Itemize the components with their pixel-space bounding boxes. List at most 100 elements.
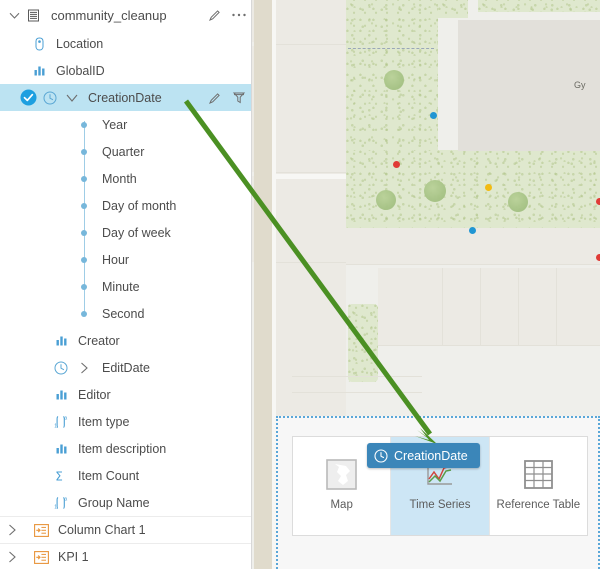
date-part-row[interactable]: Second xyxy=(0,300,251,327)
map-line xyxy=(346,264,600,265)
svg-text:a: a xyxy=(64,496,67,502)
clock-icon xyxy=(374,448,388,463)
dataset-icon xyxy=(22,9,44,22)
location-icon xyxy=(28,36,50,51)
field-row-creationdate[interactable]: CreationDate xyxy=(0,84,251,111)
field-label: GlobalID xyxy=(56,63,105,78)
field-label: CreationDate xyxy=(88,90,162,105)
card-row-kpi-1[interactable]: KPI 1 xyxy=(0,543,251,569)
app-root: Gy community_cleanup Location GlobalID C… xyxy=(0,0,600,569)
date-part-row[interactable]: Minute xyxy=(0,273,251,300)
date-part-row[interactable]: Hour xyxy=(0,246,251,273)
chevron-right-icon[interactable] xyxy=(76,360,92,376)
map-greenspace xyxy=(438,0,468,18)
svg-text:1: 1 xyxy=(54,504,57,509)
data-pane: community_cleanup Location GlobalID Crea… xyxy=(0,0,252,569)
date-part-label: Day of month xyxy=(102,198,177,213)
card-type-label: Map xyxy=(330,499,353,511)
pencil-icon[interactable] xyxy=(203,91,227,105)
bullet-icon xyxy=(76,256,92,263)
field-row-editdate[interactable]: EditDate xyxy=(0,354,251,381)
field-row-item-type[interactable]: 1 a Item type xyxy=(0,408,251,435)
card-icon xyxy=(30,523,52,537)
map-stall-line xyxy=(442,268,443,346)
field-row-item-description[interactable]: Item description xyxy=(0,435,251,462)
date-part-row[interactable]: Day of month xyxy=(0,192,251,219)
date-part-label: Minute xyxy=(102,279,140,294)
bar-chart-icon xyxy=(50,442,72,455)
date-part-label: Day of week xyxy=(102,225,171,240)
bullet-icon xyxy=(76,229,92,236)
map-stall-line xyxy=(556,268,557,346)
map-stall-line xyxy=(480,268,481,346)
field-row-location[interactable]: Location xyxy=(0,30,251,57)
map-point[interactable] xyxy=(485,184,492,191)
map-path xyxy=(348,48,434,49)
dataset-name: community_cleanup xyxy=(51,7,167,23)
date-part-label: Second xyxy=(102,306,145,321)
field-row-editor[interactable]: Editor xyxy=(0,381,251,408)
map-point[interactable] xyxy=(393,161,400,168)
map-line xyxy=(292,376,422,377)
date-part-row[interactable]: Quarter xyxy=(0,138,251,165)
bar-chart-icon xyxy=(28,64,50,77)
map-point[interactable] xyxy=(596,254,600,261)
check-circle-icon[interactable] xyxy=(18,89,38,106)
chevron-down-icon[interactable] xyxy=(6,7,22,23)
map-line xyxy=(276,174,346,179)
map-greenspace xyxy=(348,304,378,382)
map-greenspace xyxy=(346,150,600,228)
card-type-label: Reference Table xyxy=(496,499,581,511)
drag-chip-creationdate[interactable]: CreationDate xyxy=(367,443,480,468)
map-stall-line xyxy=(518,268,519,346)
date-part-row[interactable]: Year xyxy=(0,111,251,138)
chevron-down-icon[interactable] xyxy=(62,90,82,106)
card-row-column-chart-1[interactable]: Column Chart 1 xyxy=(0,516,251,543)
card-icon xyxy=(30,550,52,564)
svg-text:a: a xyxy=(64,415,67,421)
card-type-reference-table[interactable]: Reference Table xyxy=(490,437,587,535)
bar-chart-icon xyxy=(50,388,72,401)
map-stall-line xyxy=(378,345,600,346)
field-row-creator[interactable]: Creator xyxy=(0,327,251,354)
field-label: Group Name xyxy=(78,495,150,510)
filter-icon[interactable] xyxy=(227,91,251,105)
date-part-row[interactable]: Month xyxy=(0,165,251,192)
card-type-panel: Map Time Series Reference Table xyxy=(276,416,600,569)
date-part-label: Month xyxy=(102,171,137,186)
pencil-icon[interactable] xyxy=(203,8,227,22)
chevron-right-icon[interactable] xyxy=(4,522,20,538)
bullet-icon xyxy=(76,148,92,155)
string-icon: 1 a xyxy=(50,415,72,428)
bar-chart-icon xyxy=(50,334,72,347)
bullet-icon xyxy=(76,310,92,317)
map-tree-icon xyxy=(508,192,528,212)
dataset-header-row[interactable]: community_cleanup xyxy=(0,0,251,30)
string-icon: 1 a xyxy=(50,496,72,509)
svg-text:1: 1 xyxy=(54,423,57,428)
map-point[interactable] xyxy=(430,112,437,119)
map-parking xyxy=(378,268,600,346)
map-point[interactable] xyxy=(469,227,476,234)
clock-icon xyxy=(38,91,62,105)
map-road xyxy=(254,0,272,569)
map-point[interactable] xyxy=(596,198,600,205)
map-tree-icon xyxy=(376,190,396,210)
date-part-label: Quarter xyxy=(102,144,145,159)
chevron-right-icon[interactable] xyxy=(4,549,20,565)
map-line xyxy=(292,392,422,393)
field-label: EditDate xyxy=(102,360,150,375)
drag-chip-label: CreationDate xyxy=(394,448,468,463)
field-row-item-count[interactable]: Σ Item Count xyxy=(0,462,251,489)
field-row-globalid[interactable]: GlobalID xyxy=(0,57,251,84)
bullet-icon xyxy=(76,175,92,182)
date-part-label: Year xyxy=(102,117,128,132)
date-part-row[interactable]: Day of week xyxy=(0,219,251,246)
card-type-label: Time Series xyxy=(409,499,471,511)
field-label: Item type xyxy=(78,414,130,429)
map-line xyxy=(276,44,346,45)
field-row-group-name[interactable]: 1 a Group Name xyxy=(0,489,251,516)
ellipsis-icon[interactable] xyxy=(227,12,251,18)
map-tree-icon xyxy=(424,180,446,202)
map-building-label: Gy xyxy=(574,80,586,90)
